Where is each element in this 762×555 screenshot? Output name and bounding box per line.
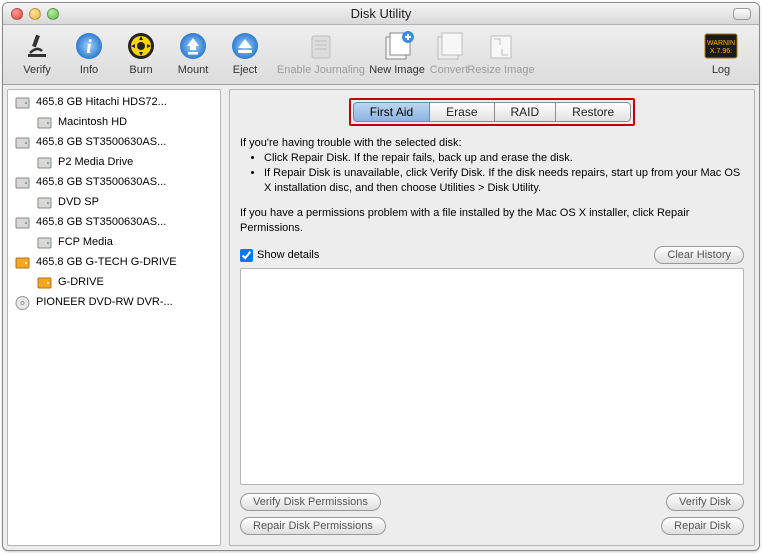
disk-utility-window: Disk Utility Verify i Info Burn Mount Eject En… — [2, 2, 760, 551]
log-icon: WARNINX.7.96: — [704, 29, 738, 63]
tab-restore[interactable]: Restore — [556, 102, 631, 122]
svg-text:X.7.96:: X.7.96: — [710, 48, 732, 55]
convert-icon — [432, 29, 466, 63]
toolbar-info-button[interactable]: i Info — [65, 29, 113, 76]
toolbar-toggle-button[interactable] — [733, 8, 751, 20]
microscope-icon — [20, 29, 54, 63]
button-row-1: Verify Disk Permissions Verify Disk — [240, 493, 744, 511]
toolbar-convert-button: Convert — [425, 29, 473, 76]
sidebar-item-label: PIONEER DVD-RW DVR-... — [36, 296, 173, 308]
help-bullet: If Repair Disk is unavailable, click Ver… — [264, 166, 744, 196]
show-details-checkbox[interactable] — [240, 249, 253, 262]
sidebar-item[interactable]: 465.8 GB G-TECH G-DRIVE — [8, 252, 220, 272]
sidebar-item[interactable]: 465.8 GB ST3500630AS... — [8, 212, 220, 232]
highlight-box: First AidEraseRAIDRestore — [349, 98, 635, 126]
sidebar-item[interactable]: Macintosh HD — [8, 112, 220, 132]
tab-bar: First AidEraseRAIDRestore — [353, 102, 631, 122]
clear-history-button[interactable]: Clear History — [654, 246, 744, 264]
toolbar-enable-journaling-button: Enable Journaling — [273, 29, 369, 76]
toolbar-label: Mount — [178, 64, 209, 76]
internal-disk-icon — [36, 154, 52, 170]
tab-raid[interactable]: RAID — [495, 102, 557, 122]
internal-disk-icon — [14, 134, 30, 150]
verify-permissions-button[interactable]: Verify Disk Permissions — [240, 493, 381, 511]
toolbar-label: Burn — [129, 64, 152, 76]
toolbar-label: Resize Image — [467, 64, 534, 76]
sidebar-item[interactable]: FCP Media — [8, 232, 220, 252]
help-text: If you're having trouble with the select… — [240, 136, 744, 236]
help-permissions: If you have a permissions problem with a… — [240, 206, 744, 236]
sidebar-item[interactable]: DVD SP — [8, 192, 220, 212]
journal-icon — [304, 29, 338, 63]
sidebar-item-label: FCP Media — [58, 236, 113, 248]
toolbar: Verify i Info Burn Mount Eject Enable Journali… — [3, 25, 759, 85]
verify-disk-button[interactable]: Verify Disk — [666, 493, 744, 511]
tabs-container: First AidEraseRAIDRestore — [240, 98, 744, 126]
tab-erase[interactable]: Erase — [430, 102, 494, 122]
external-disk-icon — [36, 274, 52, 290]
info-icon: i — [72, 29, 106, 63]
show-details-label[interactable]: Show details — [257, 249, 319, 261]
svg-text:i: i — [86, 36, 92, 58]
optical-disk-icon — [14, 294, 30, 310]
burn-icon — [124, 29, 158, 63]
sidebar-item[interactable]: 465.8 GB Hitachi HDS72... — [8, 92, 220, 112]
toolbar-label: Log — [712, 64, 730, 76]
sidebar-item-label: 465.8 GB ST3500630AS... — [36, 136, 166, 148]
button-row-2: Repair Disk Permissions Repair Disk — [240, 517, 744, 535]
toolbar-label: New Image — [369, 64, 425, 76]
sidebar-item[interactable]: P2 Media Drive — [8, 152, 220, 172]
toolbar-eject-button[interactable]: Eject — [221, 29, 269, 76]
resize-icon — [484, 29, 518, 63]
toolbar-mount-button[interactable]: Mount — [169, 29, 217, 76]
toolbar-new-image-button[interactable]: New Image — [373, 29, 421, 76]
tab-first-aid[interactable]: First Aid — [353, 102, 430, 122]
svg-text:WARNIN: WARNIN — [707, 40, 735, 47]
new-image-icon — [380, 29, 414, 63]
sidebar-item[interactable]: 465.8 GB ST3500630AS... — [8, 132, 220, 152]
content-area: 465.8 GB Hitachi HDS72... Macintosh HD 465… — [3, 85, 759, 550]
details-row: Show details Clear History — [240, 246, 744, 264]
eject-icon — [228, 29, 262, 63]
internal-disk-icon — [36, 114, 52, 130]
internal-disk-icon — [36, 234, 52, 250]
toolbar-resize-image-button: Resize Image — [477, 29, 525, 76]
toolbar-label: Enable Journaling — [277, 64, 365, 76]
help-bullet: Click Repair Disk. If the repair fails, … — [264, 151, 744, 166]
log-area[interactable] — [240, 268, 744, 485]
sidebar-item-label: G-DRIVE — [58, 276, 104, 288]
repair-permissions-button[interactable]: Repair Disk Permissions — [240, 517, 386, 535]
sidebar-item-label: P2 Media Drive — [58, 156, 133, 168]
window-title: Disk Utility — [3, 6, 759, 21]
toolbar-label: Convert — [430, 64, 469, 76]
sidebar-item-label: 465.8 GB Hitachi HDS72... — [36, 96, 167, 108]
internal-disk-icon — [36, 194, 52, 210]
main-panel: First AidEraseRAIDRestore If you're havi… — [229, 89, 755, 546]
toolbar-log-button[interactable]: WARNINX.7.96:Log — [697, 29, 745, 76]
repair-disk-button[interactable]: Repair Disk — [661, 517, 744, 535]
toolbar-verify-button[interactable]: Verify — [13, 29, 61, 76]
sidebar-item-label: DVD SP — [58, 196, 99, 208]
sidebar-item[interactable]: PIONEER DVD-RW DVR-... — [8, 292, 220, 312]
toolbar-burn-button[interactable]: Burn — [117, 29, 165, 76]
sidebar-item-label: Macintosh HD — [58, 116, 127, 128]
sidebar-item[interactable]: 465.8 GB ST3500630AS... — [8, 172, 220, 192]
mount-icon — [176, 29, 210, 63]
sidebar-item-label: 465.8 GB G-TECH G-DRIVE — [36, 256, 177, 268]
toolbar-label: Eject — [233, 64, 257, 76]
toolbar-label: Verify — [23, 64, 51, 76]
internal-disk-icon — [14, 174, 30, 190]
sidebar-item-label: 465.8 GB ST3500630AS... — [36, 176, 166, 188]
sidebar-item[interactable]: G-DRIVE — [8, 272, 220, 292]
sidebar-item-label: 465.8 GB ST3500630AS... — [36, 216, 166, 228]
titlebar: Disk Utility — [3, 3, 759, 25]
disk-sidebar[interactable]: 465.8 GB Hitachi HDS72... Macintosh HD 465… — [7, 89, 221, 546]
internal-disk-icon — [14, 214, 30, 230]
help-intro: If you're having trouble with the select… — [240, 136, 744, 151]
toolbar-label: Info — [80, 64, 98, 76]
internal-disk-icon — [14, 94, 30, 110]
external-disk-icon — [14, 254, 30, 270]
help-bullets: Click Repair Disk. If the repair fails, … — [240, 151, 744, 196]
